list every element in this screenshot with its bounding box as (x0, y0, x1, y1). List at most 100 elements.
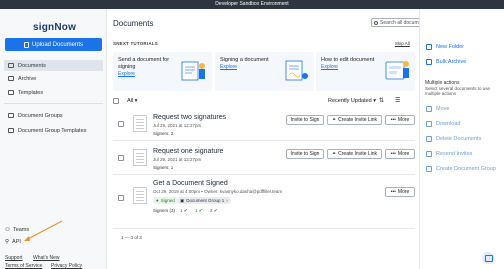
sidebar-item-label: Documents (18, 62, 46, 69)
invite-to-sign-button[interactable]: Invite to Sign (286, 149, 324, 159)
row-checkbox[interactable] (118, 121, 124, 127)
resend-icon (426, 151, 432, 157)
sidebar-item-label: Document Group Templates (18, 127, 87, 134)
signers-count: Signers: 1 (153, 165, 174, 170)
document-thumbnail[interactable] (133, 115, 147, 132)
delete-documents-action[interactable]: Delete Documents (426, 136, 481, 142)
document-thumbnail[interactable] (133, 149, 147, 166)
document-meta: Oct 29, 2019 at 4:00pm • Owner: kvasnyko… (153, 189, 283, 194)
explore-link[interactable]: Explore (118, 71, 176, 78)
button-label: More (397, 189, 410, 195)
invite-to-sign-button[interactable]: Invite to Sign (286, 115, 324, 125)
whats-new-link[interactable]: What's New (33, 255, 60, 261)
api-icon: ⚲ (5, 239, 10, 245)
download-action[interactable]: Download (426, 121, 460, 127)
explore-link[interactable]: Explore (220, 64, 278, 71)
action-label: New Folder (436, 44, 465, 50)
divider (4, 103, 103, 104)
tutorial-text: Send a document for signing (118, 57, 170, 70)
move-icon (426, 106, 432, 112)
more-button[interactable]: ••• More (385, 115, 415, 125)
templates-icon (8, 90, 14, 95)
select-all-checkbox[interactable] (113, 97, 119, 104)
dots-icon: ••• (390, 189, 396, 195)
count-value: 1 (195, 208, 198, 213)
upload-icon (23, 41, 29, 48)
document-group-badge[interactable]: ▣ Document Group 1 › (177, 197, 231, 204)
document-date: Jul 29, 2021 at 12:27pm (153, 157, 202, 162)
logo[interactable]: signNow (33, 22, 76, 33)
more-button[interactable]: ••• More (385, 149, 415, 159)
upload-documents-button[interactable]: Upload Documents (5, 38, 102, 51)
filter-dropdown[interactable]: All ▾ (127, 98, 137, 104)
multiple-actions-hint: Select several documents to use multiple… (425, 86, 491, 96)
resend-invites-action[interactable]: Resend Invites (426, 151, 472, 157)
document-groups-icon (8, 113, 14, 118)
new-folder-button[interactable]: New Folder (426, 44, 464, 50)
row-checkbox[interactable] (118, 195, 124, 201)
trash-icon (426, 136, 432, 142)
document-title[interactable]: Get a Document Signed (153, 180, 228, 187)
archive-icon (8, 76, 14, 81)
documents-icon (8, 63, 14, 68)
document-title[interactable]: Request one signature (153, 148, 223, 155)
environment-banner: Developer Sandbox Environment (0, 0, 504, 9)
filter-label: All (127, 97, 134, 104)
button-label: Create Invite Link (338, 151, 378, 157)
sidebar-item-document-groups[interactable]: Document Groups (4, 110, 103, 121)
table-row[interactable]: Request one signature Jul 29, 2021 at 12… (113, 142, 415, 175)
sidebar-item-api[interactable]: ⚲ API (5, 239, 21, 245)
sort-dropdown[interactable]: Recently Updated ▾ (328, 98, 376, 104)
table-row[interactable]: Get a Document Signed Oct 29, 2019 at 4:… (113, 177, 415, 229)
dots-icon: ••• (390, 117, 396, 123)
document-group-templates-icon (8, 128, 14, 133)
download-icon (426, 121, 432, 127)
tutorial-card[interactable]: Send a document for signing Explore (113, 52, 212, 91)
archive-icon (426, 59, 432, 65)
privacy-link[interactable]: Privacy Policy (51, 263, 82, 269)
tutorials-title: SNEXT TUTORIALS (113, 41, 158, 46)
sidebar-item-archive[interactable]: Archive (4, 73, 103, 84)
chat-icon[interactable] (482, 252, 494, 264)
list-toolbar: All ▾ Recently Updated ▾ ⇅ ☰ (113, 95, 415, 106)
document-title[interactable]: Request two signatures (153, 114, 226, 121)
tutorial-card[interactable]: How to edit document Explore (316, 52, 415, 91)
explore-link[interactable]: Explore (321, 64, 379, 71)
create-invite-link-button[interactable]: ⚭ Create Invite Link (327, 115, 382, 125)
pagination-info: 1 — 3 of 3 (121, 235, 142, 240)
action-label: Move (436, 106, 450, 112)
link-icon: ⚭ (331, 151, 337, 157)
teams-icon: ⚇ (5, 227, 10, 233)
list-view-icon[interactable]: ☰ (395, 97, 400, 104)
button-label: Create Invite Link (338, 117, 378, 123)
tutorial-card[interactable]: Signing a document Explore (215, 52, 314, 91)
bulk-archive-button[interactable]: Bulk Archive (426, 59, 466, 65)
group-label: Document Group 1 (186, 198, 225, 203)
tutorial-illustration (181, 61, 205, 81)
button-label: Invite to Sign (290, 151, 320, 157)
skip-all-link[interactable]: Skip All (395, 41, 410, 46)
document-thumbnail[interactable] (133, 187, 147, 204)
sidebar-item-label: API (12, 239, 21, 245)
sidebar-item-documents[interactable]: Documents (4, 60, 103, 71)
folder-icon (426, 44, 432, 50)
sidebar-item-label: Document Groups (18, 112, 63, 119)
dots-icon: ••• (390, 151, 396, 157)
sidebar-item-document-group-templates[interactable]: Document Group Templates (4, 125, 103, 136)
support-link[interactable]: Support (5, 255, 23, 261)
move-action[interactable]: Move (426, 106, 449, 112)
sidebar-item-templates[interactable]: Templates (4, 87, 103, 98)
count-value: 1 (180, 208, 183, 213)
action-label: Resend Invites (436, 151, 473, 157)
search-icon (374, 20, 378, 25)
row-checkbox[interactable] (118, 155, 124, 161)
action-label: Download (436, 121, 461, 127)
create-invite-link-button[interactable]: ⚭ Create Invite Link (327, 149, 382, 159)
terms-link[interactable]: Terms of Service (5, 263, 42, 269)
signer-count-viewed: 1 ✔ (195, 208, 203, 213)
sort-direction-icon[interactable]: ⇅ (379, 97, 384, 104)
more-button[interactable]: ••• More (385, 187, 415, 197)
sidebar-item-teams[interactable]: ⚇ Teams (5, 227, 29, 233)
create-document-group-action[interactable]: Create Document Group (426, 166, 496, 172)
table-row[interactable]: Request two signatures Jul 29, 2021 at 1… (113, 108, 415, 141)
